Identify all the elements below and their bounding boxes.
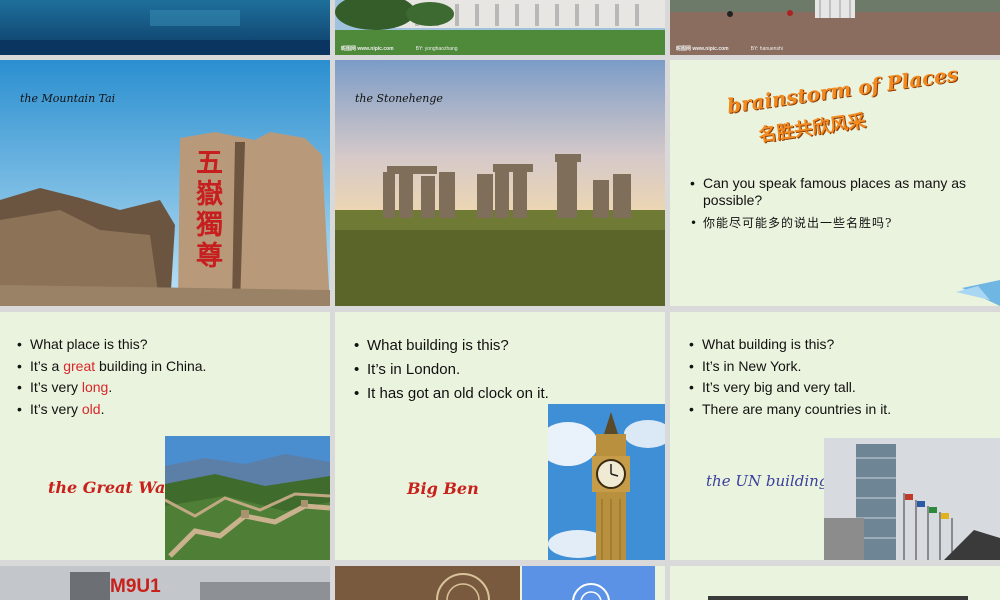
un-emblem-photo	[335, 566, 665, 600]
highlight-word: long	[81, 379, 109, 395]
bullet-item: What building is this?	[354, 334, 549, 358]
bullet-item: There are many countries in it.	[689, 399, 891, 421]
great-wall-bullets: What place is this? It’s a great buildin…	[17, 334, 206, 420]
slide-caption: the Mountain Tai	[20, 92, 116, 105]
bullet-item: It’s very old.	[17, 399, 206, 421]
slide-lake-photo[interactable]	[0, 0, 330, 55]
bullet-item: It’s in London.	[354, 358, 549, 382]
place-label: the UN building	[706, 472, 829, 490]
slide-palace-photo[interactable]: 昵图网 www.nipic.com BY: yonghaozhang	[335, 0, 665, 55]
unit-badge: M9U1	[110, 576, 161, 597]
slide-un-emblem[interactable]	[335, 566, 665, 600]
place-label: Big Ben	[407, 479, 479, 498]
highlight-word: old	[81, 400, 101, 417]
great-wall-photo	[165, 436, 330, 560]
building-photo	[0, 566, 330, 600]
corner-decoration	[956, 280, 1000, 306]
slide-brainstorm[interactable]: brainstorm of Places 名胜共欣风采 Can you spea…	[670, 60, 1000, 306]
slide-great-wall[interactable]: What place is this? It’s a great buildin…	[0, 312, 330, 560]
photo-frame	[708, 596, 968, 600]
bullet-item: It’s in New York.	[689, 356, 891, 378]
big-ben-photo	[548, 404, 665, 560]
slide-stonehenge[interactable]: the Stonehenge	[335, 60, 665, 306]
slide-m9u1[interactable]: M9U1	[0, 566, 330, 600]
brainstorm-bullets: Can you speak famous places as many as p…	[690, 175, 980, 232]
bullet-item: Can you speak famous places as many as p…	[690, 175, 980, 209]
place-label: the Great Wall	[48, 478, 178, 497]
lake-photo	[0, 0, 330, 55]
un-building-photo	[824, 438, 1000, 560]
slide-mountain-tai[interactable]: the Mountain Tai 五嶽獨尊	[0, 60, 330, 306]
bullet-item: 你能尽可能多的说出一些名胜吗?	[690, 215, 980, 232]
rock-inscription: 五嶽獨尊	[196, 148, 223, 272]
slide-bottom-right[interactable]	[670, 566, 1000, 600]
brainstorm-subtitle: 名胜共欣风采	[757, 110, 868, 147]
slide-caption: the Stonehenge	[355, 92, 443, 105]
bullet-item: It’s very long.	[17, 377, 206, 399]
watermark: 昵图网 www.nipic.com BY: hanuenshi	[676, 46, 783, 52]
bullet-item: What place is this?	[17, 334, 206, 356]
bullet-item: It’s very big and very tall.	[689, 377, 891, 399]
bullet-item: It has got an old clock on it.	[354, 382, 549, 406]
slide-square-photo[interactable]: 昵图网 www.nipic.com BY: hanuenshi	[670, 0, 1000, 55]
un-building-bullets: What building is this? It’s in New York.…	[689, 334, 891, 420]
slide-big-ben[interactable]: What building is this? It’s in London. I…	[335, 312, 665, 560]
bullet-item: What building is this?	[689, 334, 891, 356]
highlight-word: great	[63, 357, 96, 374]
slide-un-building[interactable]: What building is this? It’s in New York.…	[670, 312, 1000, 560]
watermark: 昵图网 www.nipic.com BY: yonghaozhang	[341, 46, 458, 52]
bullet-item: It’s a great building in China.	[17, 356, 206, 378]
big-ben-bullets: What building is this? It’s in London. I…	[354, 334, 549, 406]
